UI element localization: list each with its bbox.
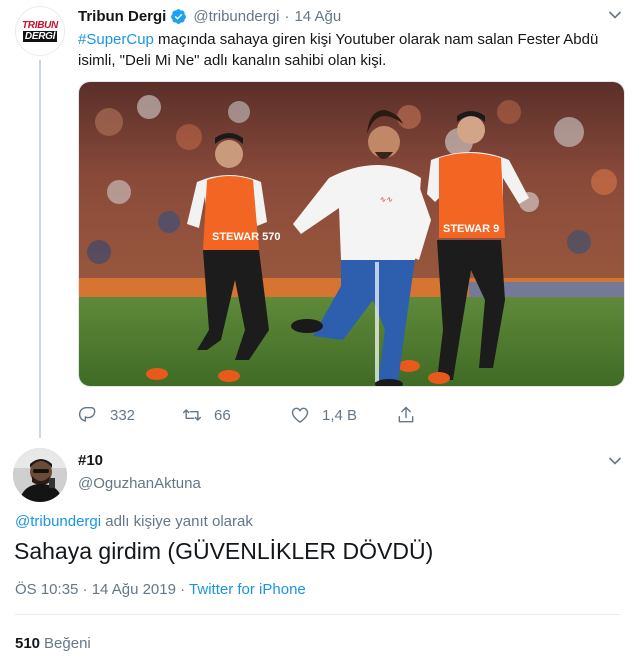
- retweet-button[interactable]: 66: [182, 402, 231, 428]
- tweet-source-link[interactable]: Twitter for iPhone: [189, 581, 306, 598]
- likes-label: Beğeni: [44, 635, 91, 652]
- share-icon: [398, 406, 414, 423]
- tweet-photo[interactable]: STEWAR 570 STEWAR 9 ∿∿: [78, 81, 625, 387]
- tweet-text: #SuperCup maçında sahaya giren kişi Yout…: [78, 29, 623, 71]
- reply-count: 332: [110, 406, 136, 424]
- like-icon: [291, 407, 309, 423]
- share-button[interactable]: [396, 402, 428, 428]
- avatar-photo: [13, 448, 67, 502]
- retweet-count: 66: [214, 406, 231, 424]
- avatar-logo-line1: TRIBUN: [22, 19, 58, 31]
- likes-summary[interactable]: 510 Beğeni: [15, 635, 91, 652]
- replying-to-line: @tribundergi adlı kişiye yanıt olarak: [15, 513, 253, 530]
- tweet-text-body: maçında sahaya giren kişi Youtuber olara…: [78, 31, 599, 69]
- verified-badge-icon: [171, 8, 187, 24]
- separator-dot: ·: [284, 7, 290, 25]
- hashtag-link[interactable]: #SuperCup: [78, 31, 154, 48]
- reply-mention-link[interactable]: @tribundergi: [15, 513, 101, 530]
- retweet-icon: [182, 409, 202, 421]
- author-name[interactable]: Tribun Dergi: [78, 8, 166, 25]
- reply-author-handle[interactable]: @OguzhanAktuna: [78, 475, 201, 492]
- tweet-date[interactable]: 14 Ağu: [294, 8, 341, 25]
- reply-icon: [78, 406, 96, 422]
- thread-connector-line: [39, 60, 41, 438]
- reply-button[interactable]: 332: [78, 402, 135, 428]
- chevron-down-icon[interactable]: [608, 456, 622, 466]
- reply-to-suffix: adlı kişiye yanıt olarak: [101, 513, 253, 530]
- avatar-logo-line2: DERGİ: [22, 30, 58, 42]
- tweet-reply[interactable]: #10 @OguzhanAktuna @tribundergi adlı kiş…: [0, 440, 635, 668]
- reply-author-name[interactable]: #10: [78, 452, 103, 469]
- tweet-actions: 332 66 1,4 B: [78, 402, 438, 428]
- likes-count: 510: [15, 635, 41, 652]
- vest-right-text: STEWAR 9: [443, 223, 499, 235]
- divider: [15, 614, 620, 615]
- vest-left-text: STEWAR 570: [212, 231, 280, 243]
- reply-tweet-text: Sahaya girdim (GÜVENLİKLER DÖVDÜ): [14, 538, 434, 564]
- stadium-photo-illustration: STEWAR 570 STEWAR 9 ∿∿: [79, 82, 624, 386]
- tweet-timestamp[interactable]: ÖS 10:35 · 14 Ağu 2019 ·: [15, 581, 189, 598]
- tweet-original[interactable]: TRIBUN DERGİ Tribun Dergi @tribundergi ·…: [0, 0, 635, 440]
- chevron-down-icon[interactable]: [608, 10, 622, 20]
- like-count: 1,4 B: [322, 406, 358, 424]
- tweet-header: Tribun Dergi @tribundergi · 14 Ağu: [78, 6, 341, 26]
- like-button[interactable]: 1,4 B: [290, 402, 357, 428]
- author-handle[interactable]: @tribundergi: [193, 8, 279, 25]
- author-avatar[interactable]: TRIBUN DERGİ: [15, 6, 65, 56]
- tweet-metadata: ÖS 10:35 · 14 Ağu 2019 · Twitter for iPh…: [15, 581, 306, 598]
- reply-author-avatar[interactable]: [13, 448, 67, 502]
- svg-text:∿∿: ∿∿: [379, 195, 393, 204]
